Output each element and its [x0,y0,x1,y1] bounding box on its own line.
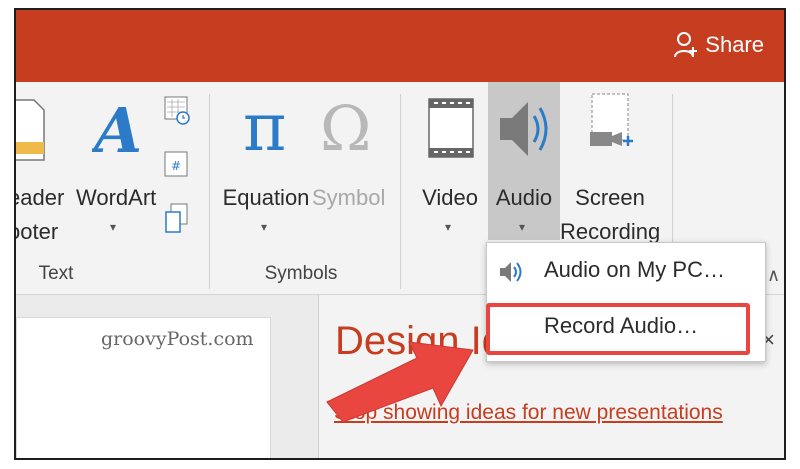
record-audio-highlight-box [486,303,750,355]
powerpoint-window: Share eader ooter A WordArt ▾ [14,8,786,460]
svg-text:A: A [92,94,140,164]
equation-label: Equation [222,185,310,210]
collapse-ribbon-icon[interactable]: ∧ [767,265,780,286]
svg-text:#: # [171,159,181,173]
header-footer-button[interactable]: eader ooter [16,82,72,257]
equation-dropdown-caret[interactable]: ▾ [261,220,267,234]
omega-icon: Ω [320,92,371,162]
audio-dropdown-caret[interactable]: ▾ [519,220,525,234]
menu-item-audio-on-my-pc[interactable]: Audio on My PC… [487,249,765,297]
svg-text:π: π [243,90,286,162]
share-button[interactable]: Share [673,30,764,60]
screen-recording-label-1: Screen [575,185,645,210]
audio-label: Audio [495,185,553,210]
symbol-label: Symbol [312,185,386,210]
wordart-label: WordArt [76,185,157,210]
share-label: Share [705,32,764,57]
speaker-icon [500,262,522,282]
svg-text:Ω: Ω [320,92,371,162]
audio-button[interactable]: Audio ▾ [488,82,560,240]
slide-canvas[interactable]: groovyPost.com [16,317,271,458]
title-bar: Share [16,10,784,82]
object-button[interactable] [164,202,190,236]
callout-arrow-icon [326,341,474,422]
speaker-icon [500,102,548,156]
video-label: Video [422,185,478,210]
header-footer-label-2: ooter [16,219,59,244]
object-icon [165,203,188,233]
slide-number-button[interactable]: # [164,150,190,180]
equation-button[interactable]: π Equation ▾ [221,82,311,257]
watermark: groovyPost.com [101,328,254,350]
pi-icon: π [243,90,286,162]
screen-recording-button[interactable]: Screen Recording [560,82,660,257]
wordart-icon: A [92,94,140,164]
video-film-icon [428,98,474,158]
symbols-group-label: Symbols [264,263,338,284]
menu-item-label: Audio on My PC… [544,257,725,282]
screen-recording-icon [590,93,633,146]
video-button[interactable]: Video ▾ [414,82,486,257]
text-group-label: Text [38,263,74,284]
video-dropdown-caret[interactable]: ▾ [445,220,451,234]
group-separator [400,94,401,289]
wordart-dropdown-caret[interactable]: ▾ [110,220,116,234]
date-time-button[interactable] [164,96,190,126]
share-person-icon [674,32,698,58]
wordart-button[interactable]: A WordArt ▾ [74,82,156,257]
header-footer-icon [16,99,45,161]
symbol-button: Ω Symbol [312,82,386,257]
header-footer-label-1: eader [16,185,65,210]
slide-number-icon: # [164,151,188,177]
group-separator [209,94,210,289]
calendar-icon [164,96,190,125]
